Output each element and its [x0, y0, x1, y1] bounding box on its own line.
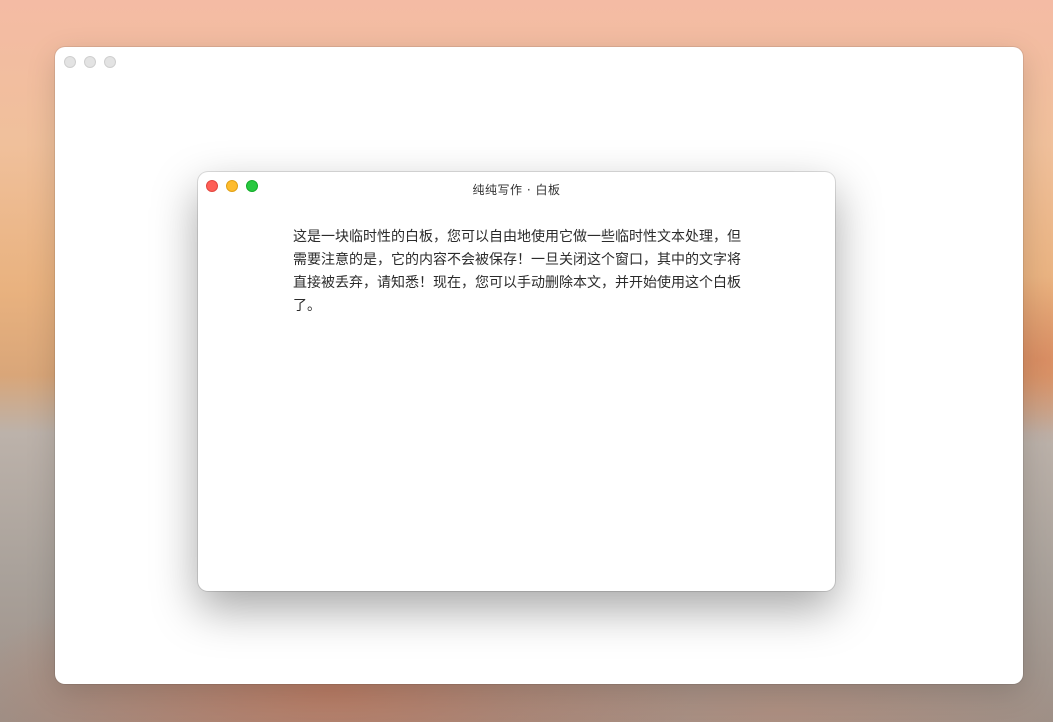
- whiteboard-window[interactable]: 纯纯写作 · 白板 这是一块临时性的白板，您可以自由地使用它做一些临时性文本处理…: [198, 172, 835, 591]
- bg-zoom-button[interactable]: [104, 56, 116, 68]
- bg-close-button[interactable]: [64, 56, 76, 68]
- bg-minimize-button[interactable]: [84, 56, 96, 68]
- desktop-wallpaper: 纯纯写作 · 白板 这是一块临时性的白板，您可以自由地使用它做一些临时性文本处理…: [0, 0, 1053, 722]
- whiteboard-text-area[interactable]: 这是一块临时性的白板，您可以自由地使用它做一些临时性文本处理，但需要注意的是，它…: [293, 226, 745, 318]
- window-title: 纯纯写作 · 白板: [472, 183, 561, 197]
